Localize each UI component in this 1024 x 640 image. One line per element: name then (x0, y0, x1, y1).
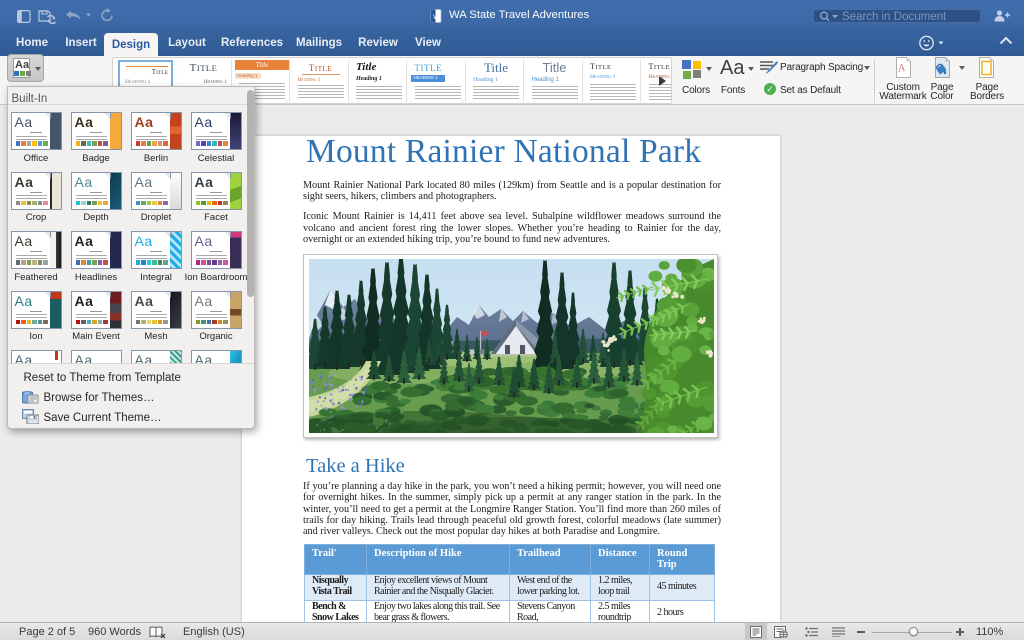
svg-text:w: w (432, 12, 439, 21)
